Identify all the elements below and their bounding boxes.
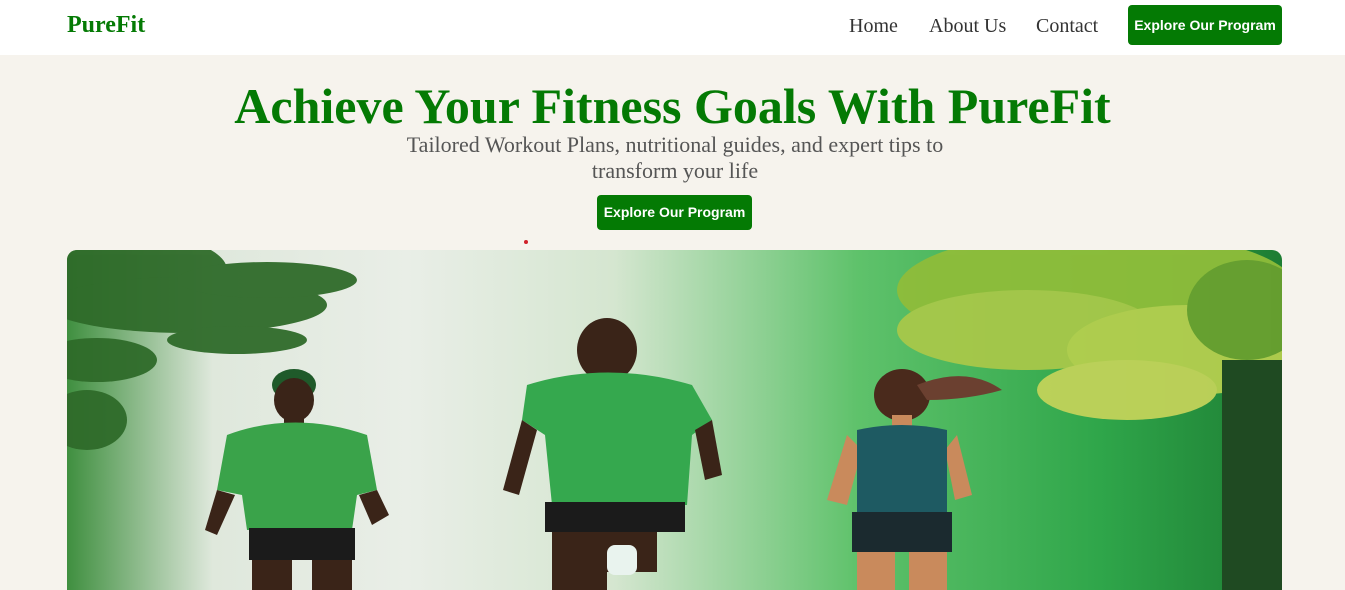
foliage-left xyxy=(67,250,357,450)
nav-explore-program-button[interactable]: Explore Our Program xyxy=(1128,5,1282,45)
hero-explore-program-button[interactable]: Explore Our Program xyxy=(597,195,752,230)
hero-title: Achieve Your Fitness Goals With PureFit xyxy=(234,78,1111,134)
runner-center xyxy=(503,318,722,590)
cursor-dot xyxy=(524,240,528,244)
tree-trunk xyxy=(1222,360,1282,590)
runner-left xyxy=(205,369,389,590)
nav-link-about-us[interactable]: About Us xyxy=(929,14,1006,38)
hero-image-runners xyxy=(67,250,1282,590)
hero-subtitle: Tailored Workout Plans, nutritional guid… xyxy=(406,132,944,183)
navbar: PureFit Home About Us Contact Explore Ou… xyxy=(0,0,1345,55)
nav-link-contact[interactable]: Contact xyxy=(1036,14,1098,38)
runner-right xyxy=(827,369,1002,590)
nav-link-home[interactable]: Home xyxy=(849,14,898,38)
brand-logo[interactable]: PureFit xyxy=(67,11,145,39)
